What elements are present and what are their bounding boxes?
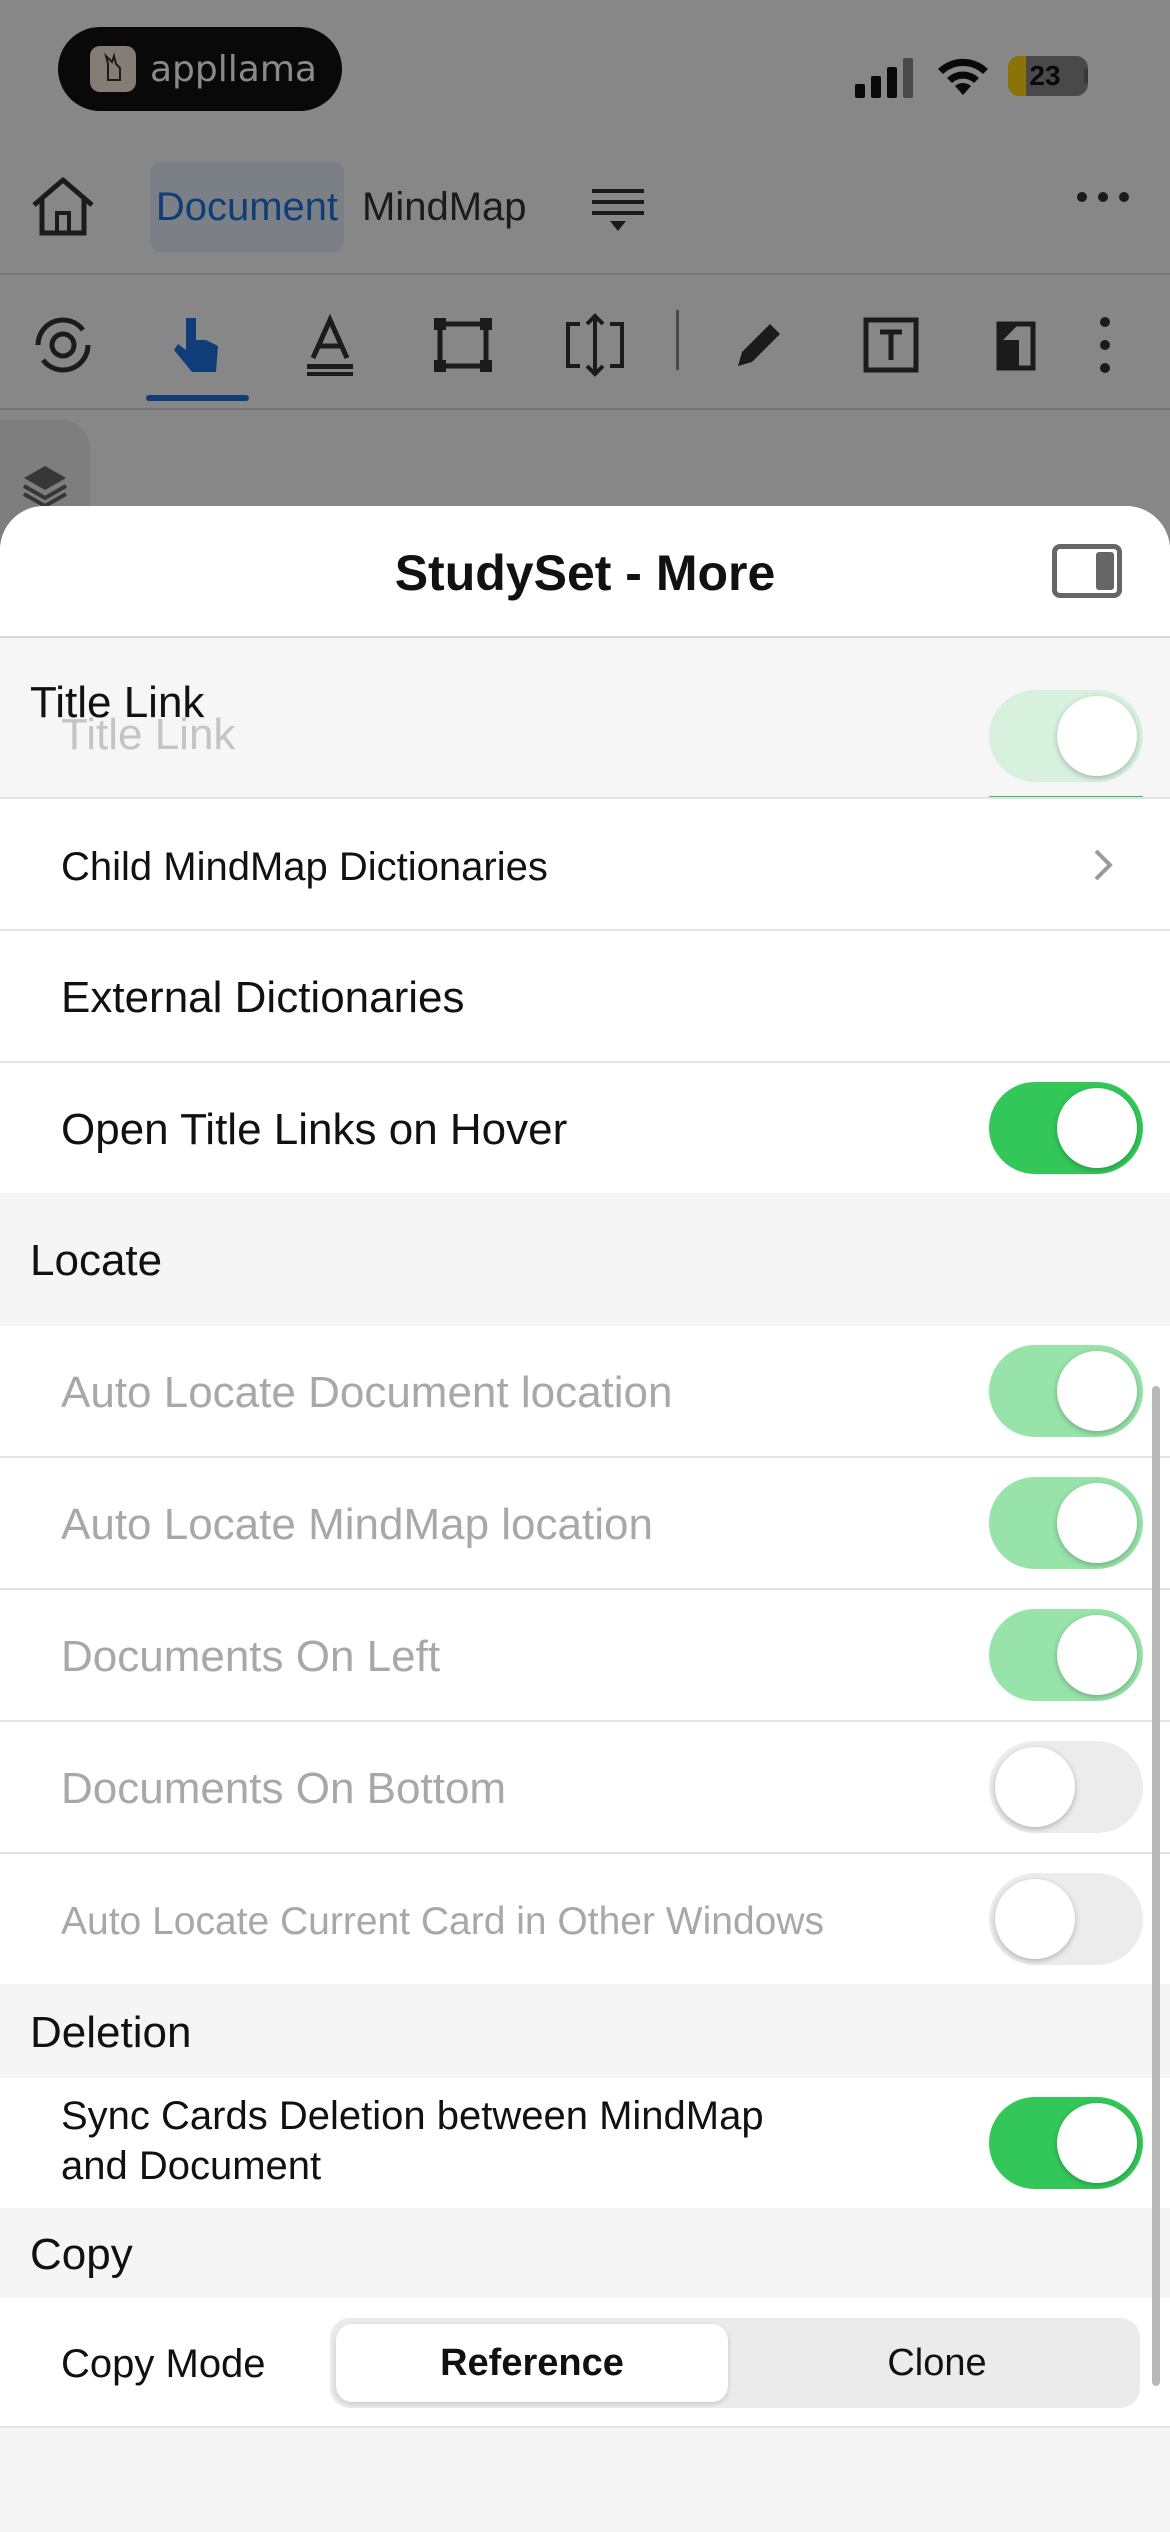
- documents-on-left-row: Documents On Left: [0, 1590, 1170, 1720]
- title-link-toggle[interactable]: [989, 690, 1143, 782]
- auto-locate-document-label: Auto Locate Document location: [61, 1368, 673, 1417]
- sync-cards-deletion-label-line2: and Document: [61, 2144, 322, 2188]
- sheet-header: StudySet - More: [0, 506, 1170, 638]
- auto-locate-current-card-label: Auto Locate Current Card in Other Window…: [61, 1900, 825, 1943]
- auto-locate-document-row: Auto Locate Document location: [0, 1326, 1170, 1456]
- documents-on-bottom-toggle[interactable]: [989, 1741, 1143, 1833]
- documents-on-left-label: Documents On Left: [61, 1632, 441, 1681]
- sheet-title: StudySet - More: [394, 545, 776, 601]
- auto-locate-mindmap-label: Auto Locate MindMap location: [61, 1500, 653, 1549]
- child-mindmap-dictionaries-row[interactable]: Child MindMap Dictionaries: [0, 797, 1170, 929]
- auto-locate-current-card-toggle[interactable]: [989, 1873, 1143, 1965]
- external-dictionaries-row[interactable]: External Dictionaries: [0, 931, 1170, 1061]
- section-copy: Copy: [30, 2230, 133, 2279]
- more-settings-sheet: StudySet - More Title Link Title Link Ch…: [0, 506, 1170, 2532]
- documents-on-bottom-row: Documents On Bottom: [0, 1722, 1170, 1852]
- auto-locate-mindmap-toggle[interactable]: [989, 1477, 1143, 1569]
- section-title-link: Title Link: [30, 678, 205, 727]
- chevron-right-icon: [1094, 849, 1113, 881]
- section-locate: Locate: [30, 1236, 163, 1285]
- open-title-links-hover-row: Open Title Links on Hover: [0, 1063, 1170, 1193]
- external-dictionaries-label: External Dictionaries: [61, 973, 465, 1022]
- scroll-indicator[interactable]: [1152, 1386, 1160, 2386]
- auto-locate-mindmap-row: Auto Locate MindMap location: [0, 1458, 1170, 1588]
- child-mindmap-dictionaries-label: Child MindMap Dictionaries: [61, 845, 548, 889]
- open-title-links-hover-toggle[interactable]: [989, 1082, 1143, 1174]
- sync-cards-deletion-row: Sync Cards Deletion between MindMap and …: [0, 2078, 1170, 2208]
- sidebar-toggle-icon[interactable]: [1052, 544, 1122, 598]
- copy-mode-clone-option[interactable]: Clone: [740, 2318, 1134, 2408]
- sync-cards-deletion-label-line1: Sync Cards Deletion between MindMap: [61, 2094, 764, 2138]
- copy-mode-segmented-control: Reference Clone: [330, 2318, 1140, 2408]
- sync-cards-deletion-toggle[interactable]: [989, 2097, 1143, 2189]
- auto-locate-current-card-row: Auto Locate Current Card in Other Window…: [0, 1854, 1170, 1984]
- documents-on-left-toggle[interactable]: [989, 1609, 1143, 1701]
- auto-locate-document-toggle[interactable]: [989, 1345, 1143, 1437]
- documents-on-bottom-label: Documents On Bottom: [61, 1764, 507, 1813]
- copy-mode-label: Copy Mode: [61, 2342, 266, 2386]
- copy-mode-reference-option[interactable]: Reference: [336, 2324, 728, 2402]
- copy-mode-row: Copy Mode Reference Clone: [0, 2298, 1170, 2428]
- open-title-links-hover-label: Open Title Links on Hover: [61, 1105, 568, 1154]
- section-deletion: Deletion: [30, 2008, 192, 2057]
